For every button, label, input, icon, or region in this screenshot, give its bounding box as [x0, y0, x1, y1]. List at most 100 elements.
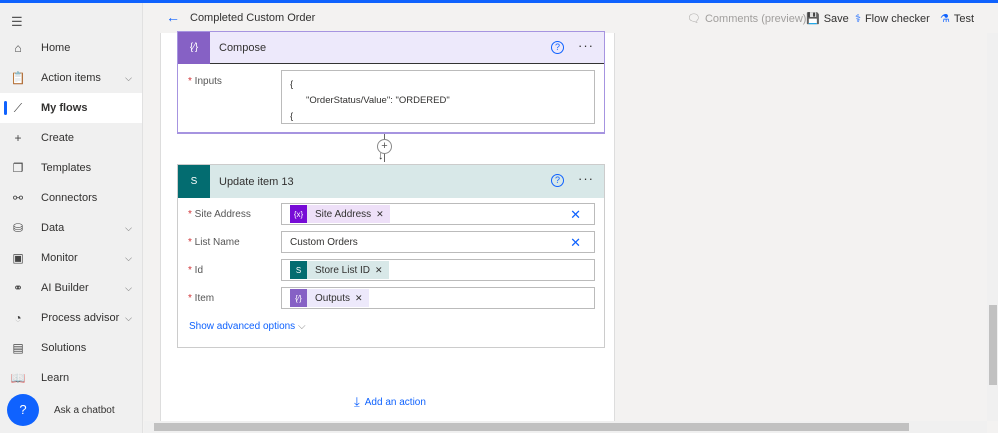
sidebar-item-label: Create: [41, 132, 75, 144]
help-icon[interactable]: ?: [551, 174, 564, 187]
sidebar-item-label: Solutions: [41, 342, 87, 354]
remove-token-icon[interactable]: ✕: [355, 293, 363, 304]
help-icon[interactable]: ?: [551, 41, 564, 54]
sidebar-item-create[interactable]: + Create: [0, 123, 142, 153]
comment-icon: 🗨: [687, 13, 701, 25]
horizontal-scroll-thumb[interactable]: [154, 423, 909, 431]
clipboard-icon: 📋: [10, 71, 26, 85]
sidebar-item-monitor[interactable]: ▣ Monitor ⌵: [0, 243, 142, 273]
comments-button[interactable]: 🗨 Comments (preview): [687, 12, 807, 26]
list-name-value: Custom Orders: [290, 236, 358, 248]
chatbot-label: Ask a chatbot: [54, 405, 115, 416]
sharepoint-icon: S: [290, 261, 307, 279]
save-button[interactable]: 💾 Save: [806, 12, 849, 26]
remove-token-icon[interactable]: ✕: [375, 265, 383, 276]
sidebar-item-label: Home: [41, 42, 71, 54]
save-label: Save: [823, 12, 849, 25]
chevron-down-icon: ⌵: [297, 321, 306, 332]
sidebar-item-label: Connectors: [41, 192, 98, 204]
sidebar-item-label: Process advisor: [41, 312, 120, 324]
sharepoint-icon: S: [178, 165, 210, 198]
show-advanced-options-link[interactable]: Show advanced options ⌵: [189, 321, 306, 332]
vertical-scroll-thumb[interactable]: [989, 305, 997, 385]
site-address-token[interactable]: {x} Site Address ✕: [290, 205, 390, 223]
inputs-line: {: [290, 111, 294, 122]
chatbot-icon: ?: [19, 402, 27, 417]
flow-checker-label: Flow checker: [864, 12, 930, 25]
chevron-down-icon[interactable]: ⌵: [125, 313, 132, 324]
remove-token-icon[interactable]: ✕: [376, 209, 384, 220]
flow-canvas: {⁄} Compose ? ··· * Inputs { "OrderStatu…: [160, 31, 615, 421]
id-field[interactable]: S Store List ID ✕: [281, 259, 595, 281]
solutions-icon: ▤: [12, 341, 24, 355]
test-button[interactable]: ⚗ Test: [940, 12, 974, 26]
update-item-header[interactable]: S Update item 13 ? ···: [178, 165, 604, 198]
list-name-label: * List Name: [188, 237, 240, 248]
stethoscope-icon: ⚕: [855, 13, 861, 25]
sidebar-item-learn[interactable]: 📖 Learn: [0, 363, 142, 393]
sidebar-item-home[interactable]: ⌂ Home: [0, 33, 142, 63]
clear-icon[interactable]: ✕: [570, 207, 581, 223]
book-icon: 📖: [10, 371, 26, 385]
compose-icon: {⁄}: [290, 289, 307, 307]
arrow-down-icon: ↓: [378, 150, 384, 162]
connector-icon: ⚯: [12, 191, 24, 205]
add-action-label: Add an action: [364, 396, 426, 408]
sidebar-item-label: Action items: [41, 72, 101, 84]
inputs-field[interactable]: { "OrderStatus/Value": "ORDERED" {: [281, 70, 595, 124]
sidebar-item-process-advisor[interactable]: ◔ Process advisor ⌵: [0, 303, 142, 333]
store-list-id-token[interactable]: S Store List ID ✕: [290, 261, 389, 279]
sidebar-item-templates[interactable]: ❐ Templates: [0, 153, 142, 183]
templates-icon: ❐: [12, 161, 24, 175]
variable-icon: {x}: [290, 205, 307, 223]
ai-icon: ⚭: [12, 281, 24, 295]
more-options-icon[interactable]: ···: [578, 38, 594, 53]
plus-icon: +: [14, 131, 22, 145]
sidebar-item-label: Templates: [41, 162, 92, 174]
id-label: * Id: [188, 265, 204, 276]
sidebar-item-label: Data: [41, 222, 65, 234]
sidebar-item-label: Learn: [41, 372, 70, 384]
back-arrow-icon[interactable]: ←: [166, 9, 180, 25]
horizontal-scrollbar[interactable]: [144, 421, 987, 433]
update-item-title: Update item 13: [219, 175, 294, 188]
monitor-icon: ▣: [12, 251, 24, 265]
compose-header[interactable]: {⁄} Compose ? ···: [178, 31, 604, 64]
vertical-scrollbar[interactable]: [987, 33, 998, 421]
sidebar-item-label: My flows: [41, 102, 88, 114]
process-icon: ◔: [14, 311, 22, 325]
home-icon: ⌂: [14, 41, 22, 55]
sidebar-item-solutions[interactable]: ▤ Solutions: [0, 333, 142, 363]
chatbot-button[interactable]: ?: [7, 394, 39, 426]
flow-title: Completed Custom Order: [190, 12, 316, 24]
sidebar: ☰ ⌂ Home 📋 Action items ⌵ ⟋ My flows + Create ❐ Te…: [0, 3, 143, 433]
sidebar-item-ai-builder[interactable]: ⚭ AI Builder ⌵: [0, 273, 142, 303]
list-name-field[interactable]: Custom Orders ✕: [281, 231, 595, 253]
database-icon: ⛁: [12, 221, 24, 235]
compose-card[interactable]: {⁄} Compose ? ··· * Inputs { "OrderStatu…: [177, 31, 605, 134]
hamburger-menu-icon[interactable]: ☰: [11, 14, 23, 30]
chevron-down-icon[interactable]: ⌵: [125, 73, 132, 84]
item-field[interactable]: {⁄} Outputs ✕: [281, 287, 595, 309]
flask-icon: ⚗: [940, 13, 950, 25]
outputs-token[interactable]: {⁄} Outputs ✕: [290, 289, 369, 307]
add-action-button[interactable]: ⤓ Add an action: [354, 394, 426, 410]
sidebar-item-connectors[interactable]: ⚯ Connectors: [0, 183, 142, 213]
sidebar-item-label: AI Builder: [41, 282, 89, 294]
update-item-card[interactable]: S Update item 13 ? ··· * Site Address {x…: [177, 164, 605, 348]
add-action-icon: ⤓: [354, 394, 360, 409]
sidebar-item-action-items[interactable]: 📋 Action items ⌵: [0, 63, 142, 93]
site-address-label: * Site Address: [188, 209, 251, 220]
flow-checker-button[interactable]: ⚕ Flow checker: [855, 12, 930, 26]
comments-label: Comments (preview): [704, 12, 807, 25]
more-options-icon[interactable]: ···: [578, 171, 594, 186]
chevron-down-icon[interactable]: ⌵: [125, 223, 132, 234]
inputs-line: "OrderStatus/Value": "ORDERED": [306, 95, 450, 106]
sidebar-item-my-flows[interactable]: ⟋ My flows: [0, 93, 142, 123]
site-address-field[interactable]: {x} Site Address ✕ ✕: [281, 203, 595, 225]
sidebar-item-data[interactable]: ⛁ Data ⌵: [0, 213, 142, 243]
clear-icon[interactable]: ✕: [570, 235, 581, 251]
header: ← Completed Custom Order 🗨 Comments (prev…: [144, 3, 998, 33]
chevron-down-icon[interactable]: ⌵: [125, 253, 132, 264]
chevron-down-icon[interactable]: ⌵: [125, 283, 132, 294]
